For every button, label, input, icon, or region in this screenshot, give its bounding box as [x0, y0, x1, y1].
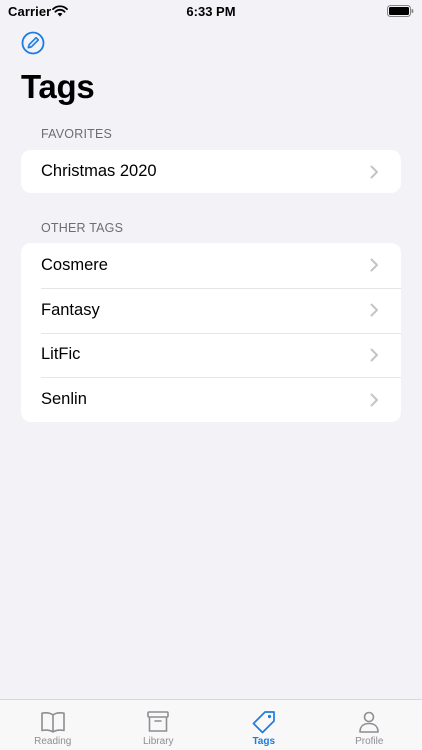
status-bar: Carrier 6:33 PM	[0, 0, 422, 22]
tab-library[interactable]: Library	[106, 700, 212, 750]
chevron-right-icon	[370, 258, 378, 272]
tag-icon	[252, 711, 275, 734]
tag-row-fantasy[interactable]: Fantasy	[21, 287, 401, 333]
tag-row-christmas-2020[interactable]: Christmas 2020	[21, 150, 401, 193]
tab-label: Reading	[34, 736, 72, 747]
page-title: Tags	[21, 68, 95, 105]
chevron-right-icon	[370, 303, 378, 317]
tab-label: Tags	[252, 736, 276, 747]
edit-circle-icon	[21, 31, 45, 55]
edit-button[interactable]	[20, 30, 46, 56]
tab-profile[interactable]: Profile	[317, 700, 422, 750]
tab-label: Library	[142, 736, 174, 747]
tags-screen: Carrier 6:33 PM Tags FAVORITES Christmas…	[0, 0, 422, 750]
tag-label: Senlin	[41, 390, 87, 409]
tag-row-cosmere[interactable]: Cosmere	[21, 243, 401, 288]
tag-label: Christmas 2020	[41, 162, 157, 180]
tab-bar: Reading Library Tags Profile	[0, 699, 422, 750]
tag-label: Cosmere	[41, 255, 108, 274]
chevron-right-icon	[370, 393, 378, 407]
tag-label: LitFic	[41, 345, 81, 364]
other-tags-list: Cosmere Fantasy LitFic Senlin	[21, 243, 401, 422]
person-icon	[359, 711, 380, 733]
tag-row-litfic[interactable]: LitFic	[21, 332, 401, 378]
tab-label: Profile	[355, 736, 384, 747]
archive-box-icon	[147, 711, 170, 732]
favorites-list: Christmas 2020	[21, 150, 401, 193]
other-tags-section-header: OTHER TAGS	[41, 221, 124, 235]
favorites-section-header: FAVORITES	[41, 127, 113, 141]
tag-row-senlin[interactable]: Senlin	[21, 377, 401, 422]
tab-reading[interactable]: Reading	[0, 700, 106, 750]
tag-label: Fantasy	[41, 300, 100, 319]
battery-icon	[387, 5, 414, 17]
chevron-right-icon	[370, 348, 378, 362]
clock: 6:33 PM	[186, 4, 236, 19]
chevron-right-icon	[370, 165, 378, 178]
book-icon	[40, 711, 65, 733]
tab-tags[interactable]: Tags	[211, 700, 317, 750]
